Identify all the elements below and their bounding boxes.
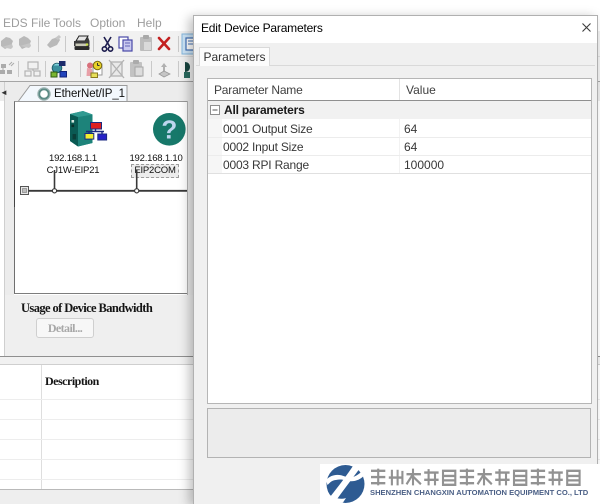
svg-text:?: ? (161, 115, 177, 145)
